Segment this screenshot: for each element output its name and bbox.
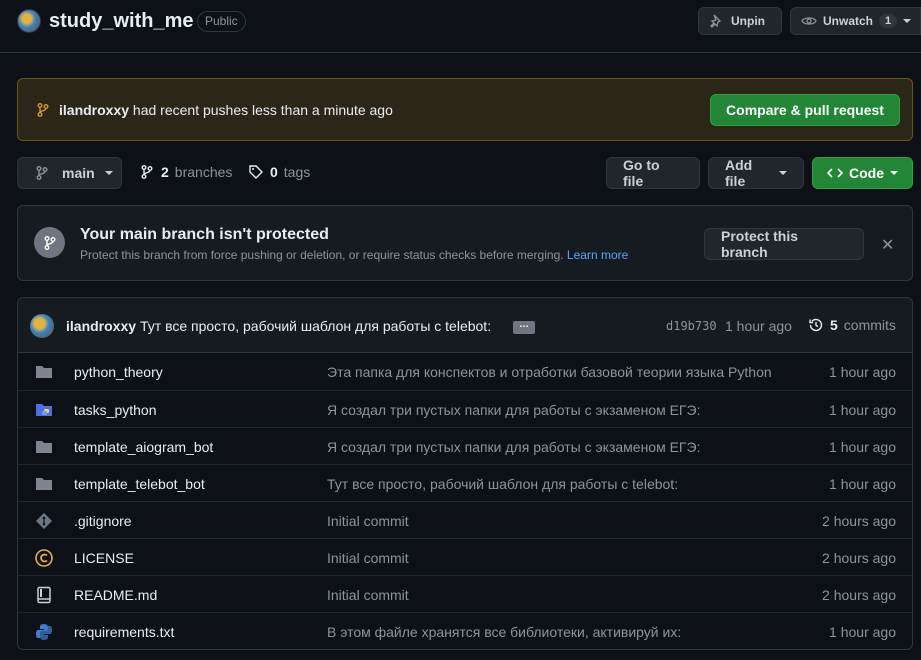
file-name[interactable]: LICENSE bbox=[74, 550, 134, 566]
latest-commit-bar: ilandroxxy Тут все просто, рабочий шабло… bbox=[18, 298, 912, 353]
branch-select-button[interactable]: main bbox=[17, 157, 122, 189]
file-age: 1 hour ago bbox=[829, 476, 896, 492]
list-item[interactable]: LICENSE Initial commit 2 hours ago bbox=[18, 538, 912, 575]
pin-icon bbox=[709, 13, 725, 29]
file-commit-message[interactable]: Я создал три пустых папки для работы с э… bbox=[327, 402, 772, 418]
file-commit-message[interactable]: Тут все просто, рабочий шаблон для работ… bbox=[327, 476, 772, 492]
visibility-badge: Public bbox=[197, 11, 246, 32]
protect-branch-button[interactable]: Protect this branch bbox=[704, 228, 864, 260]
repo-header: study_with_me Public Unpin Unwatch 1 bbox=[0, 0, 921, 53]
file-commit-message[interactable]: Initial commit bbox=[327, 587, 772, 603]
file-age: 2 hours ago bbox=[822, 513, 896, 529]
file-age: 1 hour ago bbox=[829, 624, 896, 640]
owner-avatar[interactable] bbox=[17, 9, 41, 33]
watch-count: 1 bbox=[879, 14, 898, 28]
tags-count: 0 bbox=[270, 164, 278, 180]
learn-more-link[interactable]: Learn more bbox=[567, 248, 628, 262]
chevron-down-icon bbox=[779, 171, 787, 175]
unpin-button[interactable]: Unpin bbox=[698, 7, 782, 35]
file-name[interactable]: README.md bbox=[74, 587, 157, 603]
recent-push-banner: ilandroxxy had recent pushes less than a… bbox=[17, 78, 913, 141]
commit-author[interactable]: ilandroxxy bbox=[66, 318, 136, 334]
folder-python-icon bbox=[35, 401, 53, 419]
file-name[interactable]: python_theory bbox=[74, 364, 163, 380]
code-label: Code bbox=[849, 165, 884, 181]
file-list: ilandroxxy Тут все просто, рабочий шабло… bbox=[17, 297, 913, 650]
file-age: 2 hours ago bbox=[822, 550, 896, 566]
unwatch-label: Unwatch bbox=[823, 14, 874, 28]
code-icon bbox=[827, 165, 843, 181]
list-item[interactable]: requirements.txt В этом файле хранятся в… bbox=[18, 612, 912, 649]
file-commit-message[interactable]: Initial commit bbox=[327, 550, 772, 566]
file-age: 2 hours ago bbox=[822, 587, 896, 603]
list-item[interactable]: python_theory Эта папка для конспектов и… bbox=[18, 353, 912, 390]
list-item[interactable]: template_telebot_bot Тут все просто, раб… bbox=[18, 464, 912, 501]
file-name[interactable]: tasks_python bbox=[74, 402, 157, 418]
commit-message[interactable]: Тут все просто, рабочий шаблон для работ… bbox=[140, 318, 491, 334]
commit-time: 1 hour ago bbox=[725, 318, 792, 334]
file-commit-message[interactable]: Эта папка для конспектов и отработки баз… bbox=[327, 364, 772, 380]
branches-label: branches bbox=[174, 164, 233, 180]
file-name[interactable]: template_telebot_bot bbox=[74, 476, 205, 492]
tags-label: tags bbox=[283, 164, 311, 180]
protection-description-text: Protect this branch from force pushing o… bbox=[80, 248, 564, 262]
folder-icon bbox=[35, 363, 53, 381]
commits-label: commits bbox=[843, 317, 896, 333]
code-button[interactable]: Code bbox=[812, 157, 913, 189]
go-to-file-button[interactable]: Go to file bbox=[606, 157, 700, 189]
unpin-label: Unpin bbox=[731, 14, 765, 28]
python-icon bbox=[35, 623, 53, 641]
branch-icon bbox=[139, 164, 155, 180]
chevron-down-icon bbox=[104, 171, 113, 175]
file-name[interactable]: requirements.txt bbox=[74, 624, 174, 640]
push-message: had recent pushes less than a minute ago bbox=[132, 102, 393, 118]
tag-icon bbox=[248, 164, 264, 180]
avatar[interactable] bbox=[30, 314, 54, 338]
git-icon bbox=[35, 512, 53, 530]
file-age: 1 hour ago bbox=[829, 439, 896, 455]
branch-name: main bbox=[62, 165, 95, 181]
protection-description: Protect this branch from force pushing o… bbox=[80, 248, 628, 262]
chevron-down-icon bbox=[903, 19, 912, 23]
branch-protection-notice: Your main branch isn't protected Protect… bbox=[17, 205, 913, 281]
commits-link[interactable]: 5 commits bbox=[808, 317, 896, 333]
add-file-label: Add file bbox=[725, 157, 753, 189]
branch-icon bbox=[35, 102, 51, 118]
folder-icon bbox=[35, 438, 53, 456]
push-user[interactable]: ilandroxxy bbox=[59, 102, 129, 118]
file-name[interactable]: template_aiogram_bot bbox=[74, 439, 213, 455]
history-icon bbox=[808, 317, 824, 333]
commit-count: 5 bbox=[830, 317, 838, 333]
eye-icon bbox=[801, 13, 817, 29]
add-file-button[interactable]: Add file bbox=[708, 157, 804, 189]
recent-push-text: ilandroxxy had recent pushes less than a… bbox=[59, 102, 393, 118]
file-name[interactable]: .gitignore bbox=[74, 513, 132, 529]
license-icon bbox=[35, 549, 53, 567]
list-item[interactable]: README.md Initial commit 2 hours ago bbox=[18, 575, 912, 612]
file-commit-message[interactable]: Initial commit bbox=[327, 513, 772, 529]
folder-icon bbox=[35, 475, 53, 493]
branches-link[interactable]: 2 branches bbox=[139, 164, 232, 180]
commit-sha[interactable]: d19b730 bbox=[666, 319, 717, 333]
book-icon bbox=[35, 586, 53, 604]
file-commit-message[interactable]: В этом файле хранятся все библиотеки, ак… bbox=[327, 624, 772, 640]
file-commit-message[interactable]: Я создал три пустых папки для работы с э… bbox=[327, 439, 772, 455]
tags-link[interactable]: 0 tags bbox=[248, 164, 310, 180]
list-item[interactable]: .gitignore Initial commit 2 hours ago bbox=[18, 501, 912, 538]
branch-icon bbox=[34, 165, 50, 181]
git-branch-icon bbox=[34, 227, 65, 258]
close-icon[interactable]: ✕ bbox=[881, 235, 894, 255]
compare-pull-request-button[interactable]: Compare & pull request bbox=[710, 94, 900, 126]
file-age: 1 hour ago bbox=[829, 402, 896, 418]
chevron-down-icon bbox=[890, 171, 898, 175]
protection-title: Your main branch isn't protected bbox=[80, 226, 329, 243]
list-item[interactable]: template_aiogram_bot Я создал три пустых… bbox=[18, 427, 912, 464]
file-age: 1 hour ago bbox=[829, 364, 896, 380]
unwatch-button[interactable]: Unwatch 1 bbox=[790, 7, 921, 35]
list-item[interactable]: tasks_python Я создал три пустых папки д… bbox=[18, 390, 912, 427]
branches-count: 2 bbox=[161, 164, 169, 180]
repo-name[interactable]: study_with_me bbox=[49, 10, 193, 33]
expand-commit-button[interactable]: … bbox=[513, 320, 535, 334]
